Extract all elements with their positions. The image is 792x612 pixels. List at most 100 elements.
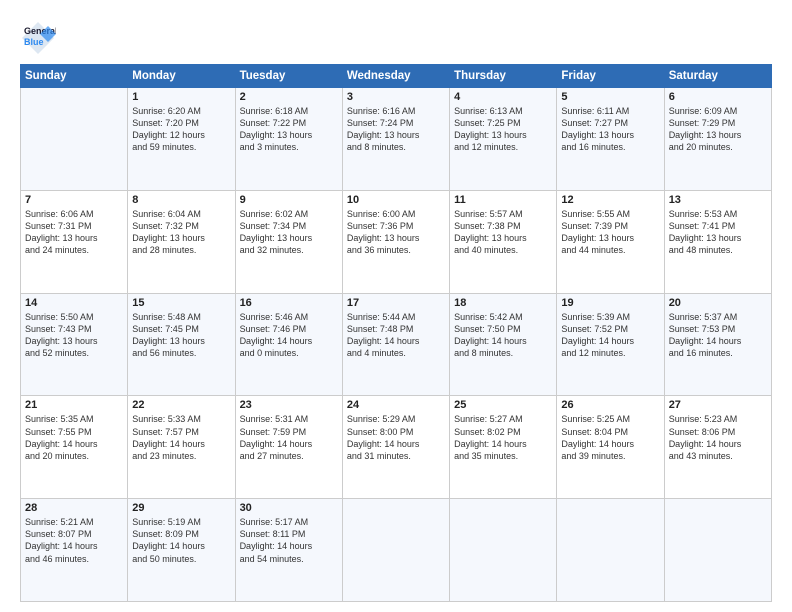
day-cell: 16 Sunrise: 5:46 AM Sunset: 7:46 PM Dayli… [235,293,342,396]
day-info: Sunrise: 6:18 AM Sunset: 7:22 PM Dayligh… [240,105,338,154]
day-info: Sunrise: 5:37 AM Sunset: 7:53 PM Dayligh… [669,311,767,360]
day-cell [450,499,557,602]
day-cell: 10 Sunrise: 6:00 AM Sunset: 7:36 PM Dayli… [342,190,449,293]
day-number: 12 [561,194,659,206]
day-number: 2 [240,91,338,103]
day-info: Sunrise: 6:06 AM Sunset: 7:31 PM Dayligh… [25,208,123,257]
week-row-3: 14 Sunrise: 5:50 AM Sunset: 7:43 PM Dayli… [21,293,772,396]
day-info: Sunrise: 6:11 AM Sunset: 7:27 PM Dayligh… [561,105,659,154]
day-cell: 5 Sunrise: 6:11 AM Sunset: 7:27 PM Daylig… [557,88,664,191]
day-number: 6 [669,91,767,103]
day-info: Sunrise: 5:46 AM Sunset: 7:46 PM Dayligh… [240,311,338,360]
day-info: Sunrise: 6:16 AM Sunset: 7:24 PM Dayligh… [347,105,445,154]
day-cell: 23Sunrise: 5:31 AM Sunset: 7:59 PM Dayli… [235,396,342,499]
weekday-header-row: SundayMondayTuesdayWednesdayThursdayFrid… [21,65,772,88]
day-cell: 9Sunrise: 6:02 AM Sunset: 7:34 PM Daylig… [235,190,342,293]
week-row-2: 7 Sunrise: 6:06 AM Sunset: 7:31 PM Daylig… [21,190,772,293]
day-cell [21,88,128,191]
day-number: 20 [669,297,767,309]
day-cell: 21 Sunrise: 5:35 AM Sunset: 7:55 PM Dayli… [21,396,128,499]
weekday-header-monday: Monday [128,65,235,88]
day-info: Sunrise: 6:02 AM Sunset: 7:34 PM Dayligh… [240,208,338,257]
day-number: 22 [132,399,230,411]
day-number: 13 [669,194,767,206]
day-cell: 26 Sunrise: 5:25 AM Sunset: 8:04 PM Dayli… [557,396,664,499]
day-number: 21 [25,399,123,411]
day-cell: 3Sunrise: 6:16 AM Sunset: 7:24 PM Daylig… [342,88,449,191]
day-cell: 6 Sunrise: 6:09 AM Sunset: 7:29 PM Daylig… [664,88,771,191]
day-info: Sunrise: 6:04 AM Sunset: 7:32 PM Dayligh… [132,208,230,257]
day-number: 16 [240,297,338,309]
week-row-1: 1Sunrise: 6:20 AM Sunset: 7:20 PM Daylig… [21,88,772,191]
day-info: Sunrise: 6:09 AM Sunset: 7:29 PM Dayligh… [669,105,767,154]
day-number: 26 [561,399,659,411]
week-row-5: 28Sunrise: 5:21 AM Sunset: 8:07 PM Dayli… [21,499,772,602]
day-cell: 27 Sunrise: 5:23 AM Sunset: 8:06 PM Dayli… [664,396,771,499]
day-info: Sunrise: 5:48 AM Sunset: 7:45 PM Dayligh… [132,311,230,360]
day-number: 14 [25,297,123,309]
day-cell: 14 Sunrise: 5:50 AM Sunset: 7:43 PM Dayli… [21,293,128,396]
weekday-header-sunday: Sunday [21,65,128,88]
day-cell: 28Sunrise: 5:21 AM Sunset: 8:07 PM Dayli… [21,499,128,602]
day-cell: 4 Sunrise: 6:13 AM Sunset: 7:25 PM Daylig… [450,88,557,191]
day-info: Sunrise: 5:39 AM Sunset: 7:52 PM Dayligh… [561,311,659,360]
day-info: Sunrise: 5:42 AM Sunset: 7:50 PM Dayligh… [454,311,552,360]
day-info: Sunrise: 5:50 AM Sunset: 7:43 PM Dayligh… [25,311,123,360]
header: General Blue [20,18,772,54]
day-cell: 11 Sunrise: 5:57 AM Sunset: 7:38 PM Dayli… [450,190,557,293]
day-info: Sunrise: 5:35 AM Sunset: 7:55 PM Dayligh… [25,413,123,462]
day-info: Sunrise: 6:00 AM Sunset: 7:36 PM Dayligh… [347,208,445,257]
day-cell: 12 Sunrise: 5:55 AM Sunset: 7:39 PM Dayli… [557,190,664,293]
page: General Blue SundayMondayTuesdayWednesda… [0,0,792,612]
weekday-header-saturday: Saturday [664,65,771,88]
day-info: Sunrise: 5:55 AM Sunset: 7:39 PM Dayligh… [561,208,659,257]
day-cell: 29Sunrise: 5:19 AM Sunset: 8:09 PM Dayli… [128,499,235,602]
day-info: Sunrise: 5:33 AM Sunset: 7:57 PM Dayligh… [132,413,230,462]
day-cell: 19Sunrise: 5:39 AM Sunset: 7:52 PM Dayli… [557,293,664,396]
day-cell: 18Sunrise: 5:42 AM Sunset: 7:50 PM Dayli… [450,293,557,396]
weekday-header-friday: Friday [557,65,664,88]
day-number: 30 [240,502,338,514]
day-cell: 13 Sunrise: 5:53 AM Sunset: 7:41 PM Dayli… [664,190,771,293]
logo-icon: General Blue [20,18,56,54]
weekday-header-wednesday: Wednesday [342,65,449,88]
day-info: Sunrise: 5:27 AM Sunset: 8:02 PM Dayligh… [454,413,552,462]
day-number: 4 [454,91,552,103]
day-number: 27 [669,399,767,411]
day-number: 24 [347,399,445,411]
weekday-header-tuesday: Tuesday [235,65,342,88]
day-cell: 2 Sunrise: 6:18 AM Sunset: 7:22 PM Daylig… [235,88,342,191]
day-number: 25 [454,399,552,411]
svg-text:Blue: Blue [24,37,44,47]
day-number: 11 [454,194,552,206]
day-cell [557,499,664,602]
weekday-header-thursday: Thursday [450,65,557,88]
logo: General Blue [20,18,60,54]
day-number: 5 [561,91,659,103]
day-info: Sunrise: 5:29 AM Sunset: 8:00 PM Dayligh… [347,413,445,462]
day-number: 15 [132,297,230,309]
day-info: Sunrise: 5:21 AM Sunset: 8:07 PM Dayligh… [25,516,123,565]
day-cell: 15 Sunrise: 5:48 AM Sunset: 7:45 PM Dayli… [128,293,235,396]
day-number: 23 [240,399,338,411]
day-number: 8 [132,194,230,206]
day-cell: 24 Sunrise: 5:29 AM Sunset: 8:00 PM Dayli… [342,396,449,499]
day-number: 29 [132,502,230,514]
day-cell: 22 Sunrise: 5:33 AM Sunset: 7:57 PM Dayli… [128,396,235,499]
day-info: Sunrise: 5:53 AM Sunset: 7:41 PM Dayligh… [669,208,767,257]
day-cell [342,499,449,602]
day-cell: 25 Sunrise: 5:27 AM Sunset: 8:02 PM Dayli… [450,396,557,499]
day-number: 7 [25,194,123,206]
day-info: Sunrise: 5:23 AM Sunset: 8:06 PM Dayligh… [669,413,767,462]
day-number: 1 [132,91,230,103]
day-cell: 8 Sunrise: 6:04 AM Sunset: 7:32 PM Daylig… [128,190,235,293]
day-info: Sunrise: 5:44 AM Sunset: 7:48 PM Dayligh… [347,311,445,360]
day-info: Sunrise: 6:13 AM Sunset: 7:25 PM Dayligh… [454,105,552,154]
day-cell: 17Sunrise: 5:44 AM Sunset: 7:48 PM Dayli… [342,293,449,396]
day-number: 10 [347,194,445,206]
day-info: Sunrise: 5:25 AM Sunset: 8:04 PM Dayligh… [561,413,659,462]
day-info: Sunrise: 5:57 AM Sunset: 7:38 PM Dayligh… [454,208,552,257]
day-cell [664,499,771,602]
day-info: Sunrise: 5:17 AM Sunset: 8:11 PM Dayligh… [240,516,338,565]
week-row-4: 21 Sunrise: 5:35 AM Sunset: 7:55 PM Dayli… [21,396,772,499]
